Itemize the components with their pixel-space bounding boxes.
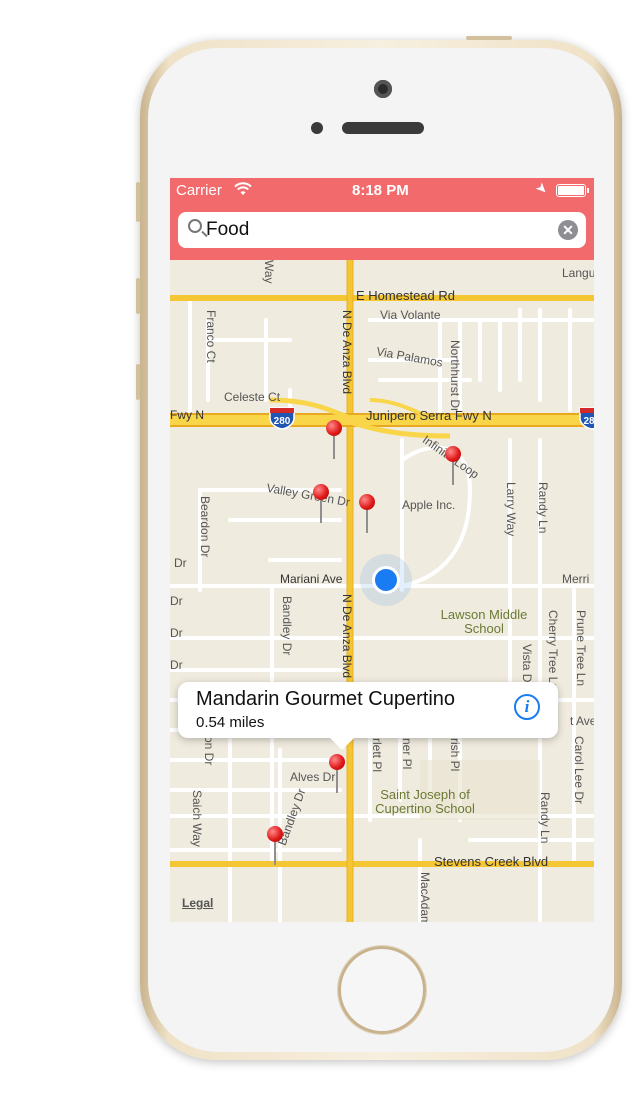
street-label: N De Anza Blvd (340, 310, 354, 395)
shield-number: 280 (274, 416, 291, 427)
street-label: Merri (562, 572, 590, 586)
map-pin-icon[interactable] (444, 446, 464, 486)
street-label: Franco Ct (204, 310, 218, 363)
carrier-label: Carrier (176, 182, 222, 199)
street-label: MacAdam (418, 872, 432, 922)
map-pin-icon[interactable] (328, 754, 348, 794)
street-label: Dr (170, 658, 183, 672)
volume-down-button (136, 364, 140, 400)
user-location-dot (372, 566, 400, 594)
street-label: t Ave (570, 714, 594, 728)
street-label: ner Pl (400, 738, 414, 770)
street-label: Prune Tree Ln (574, 610, 588, 687)
street-label: Dr (174, 556, 187, 570)
street-label: Cherry Tree Ln (546, 610, 560, 691)
legal-link[interactable]: Legal (182, 896, 213, 910)
street-label: Randy Ln (538, 792, 552, 844)
map-pin-icon[interactable] (312, 484, 332, 524)
map-pin-icon[interactable] (358, 494, 378, 534)
search-field-container[interactable]: ✕ (178, 212, 586, 248)
street-label: Randy Ln (536, 482, 550, 534)
mute-switch (136, 182, 140, 222)
annotation-callout[interactable]: Mandarin Gourmet Cupertino 0.54 miles i (178, 682, 558, 750)
shield-number: 28 (583, 416, 594, 427)
phone-screen: Carrier 8:18 PM ➤ ✕ (170, 178, 594, 922)
street-label: Fwy N (170, 408, 204, 422)
school-label-lawson: Lawson Middle School (440, 607, 528, 636)
search-input[interactable] (206, 218, 546, 242)
clear-icon[interactable]: ✕ (558, 220, 578, 240)
street-label: N De Anza Blvd (340, 594, 354, 679)
info-icon[interactable]: i (514, 694, 540, 720)
street-label: Dr (170, 594, 183, 608)
street-label: Larry Way (504, 482, 518, 537)
street-label: Vista Dr (520, 644, 534, 687)
callout-title: Mandarin Gourmet Cupertino (196, 688, 456, 710)
battery-icon (556, 184, 589, 197)
school-label-saint-joseph: Saint Joseph of Cupertino School (375, 787, 475, 816)
callout-distance: 0.54 miles (196, 714, 265, 731)
street-label: Langu (562, 266, 594, 280)
street-label: Saich Way (190, 790, 204, 847)
status-bar: Carrier 8:18 PM ➤ (170, 178, 594, 204)
street-label: Celeste Ct (224, 390, 281, 404)
street-label: E Homestead Rd (356, 288, 455, 303)
interstate-shield-280-right: 28 (579, 407, 594, 430)
street-label: Northhurst Dr (448, 340, 462, 413)
volume-up-button (136, 278, 140, 314)
location-arrow-icon: ➤ (532, 178, 553, 198)
street-label: Dr (170, 626, 183, 640)
street-label: on Dr (202, 736, 216, 766)
status-time: 8:18 PM (352, 182, 409, 199)
street-label: Junipero Serra Fwy N (366, 408, 492, 423)
power-button (466, 36, 512, 40)
search-bar: ✕ (170, 204, 594, 260)
proximity-sensor (311, 122, 323, 134)
front-camera (374, 80, 392, 98)
street-label: Mariani Ave (280, 572, 343, 586)
street-label: Via Volante (380, 308, 441, 322)
map-pin-icon[interactable] (266, 826, 286, 866)
street-label: Beardon Dr (198, 496, 212, 558)
street-label: Stevens Creek Blvd (434, 854, 549, 869)
earpiece-speaker (342, 122, 424, 134)
street-label: rlett Pl (370, 738, 384, 773)
interstate-shield-280: 280 (269, 407, 295, 430)
wifi-icon (234, 182, 252, 199)
street-label: rish Pl (448, 738, 462, 772)
street-label: Way (262, 260, 276, 284)
map-pin-icon[interactable] (325, 420, 345, 460)
street-label: Apple Inc. (402, 498, 456, 512)
home-button[interactable] (338, 946, 426, 1034)
street-label: Carol Lee Dr (572, 736, 586, 805)
search-icon (188, 219, 202, 233)
map-view[interactable]: 280 28 E Homestead Rd Langu Way Via Vola… (170, 260, 594, 922)
street-label: Bandley Dr (280, 596, 294, 656)
